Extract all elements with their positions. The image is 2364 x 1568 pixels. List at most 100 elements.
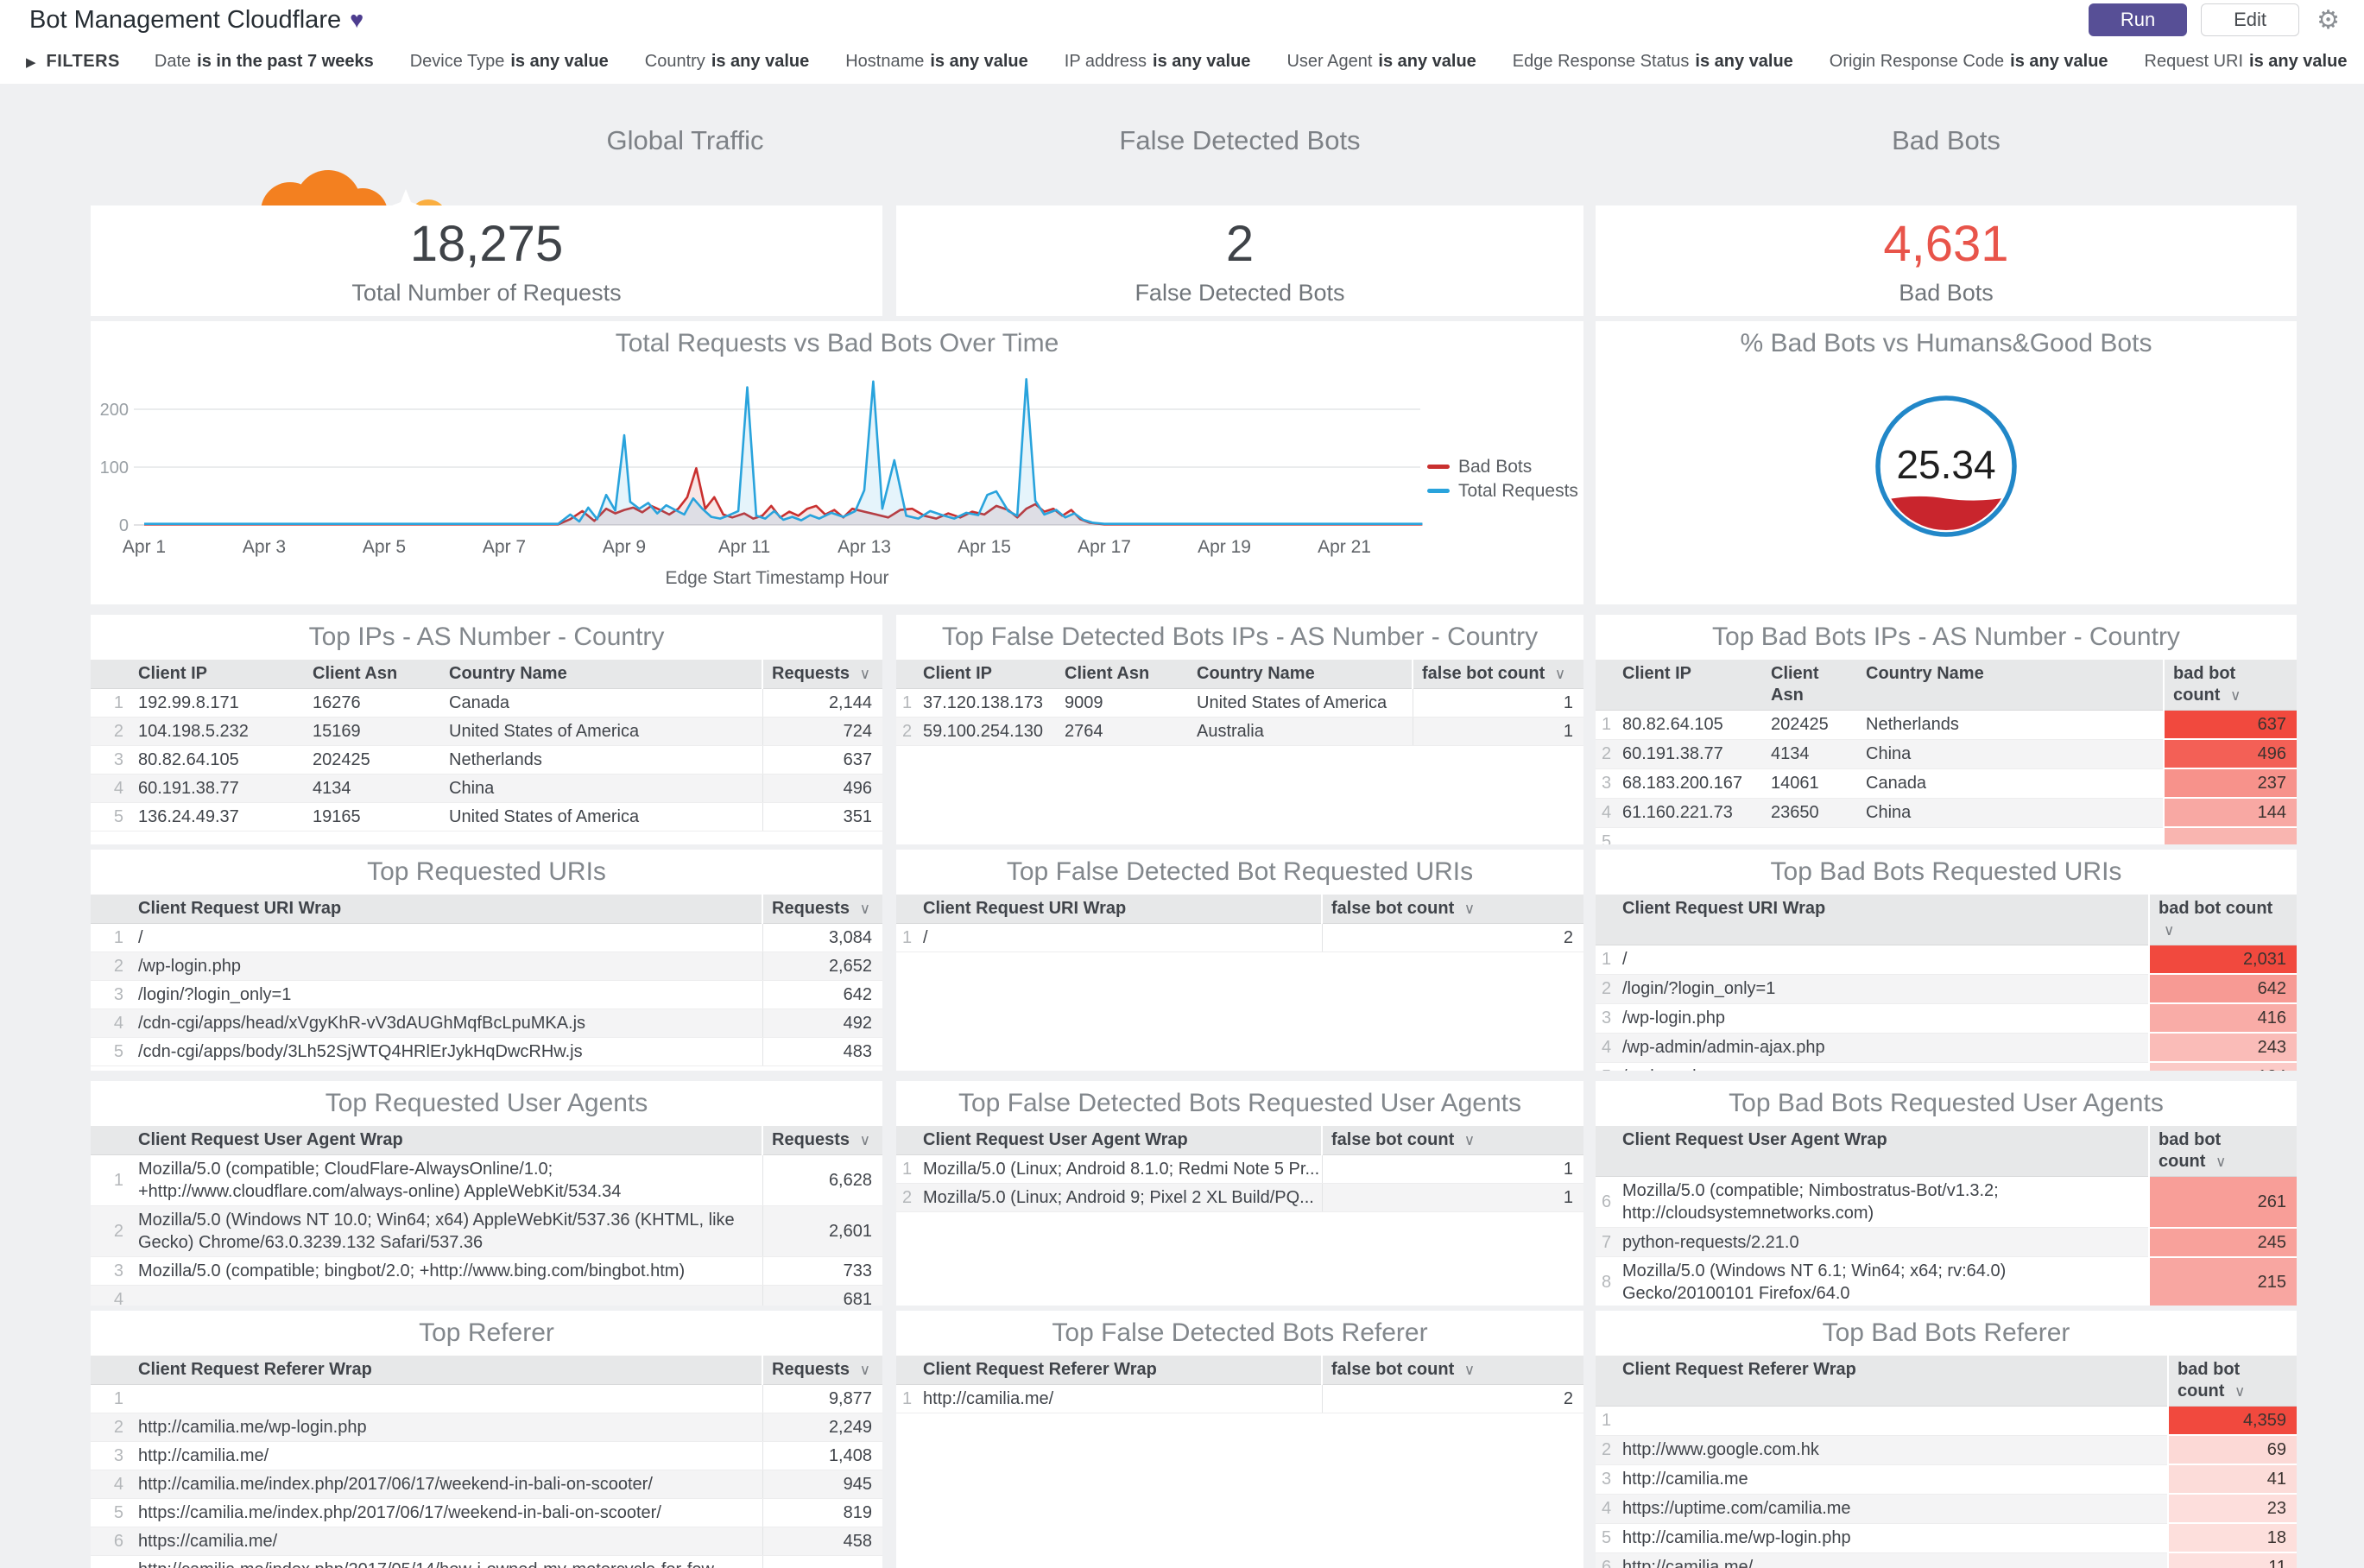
kpi-bad-bots-value: 4,631 (1883, 216, 2009, 272)
dimension-cell: China (1857, 739, 2164, 769)
column-header-client-request-referer-wrap[interactable]: Client Request Referer Wrap (130, 1356, 762, 1385)
row-number: 4 (91, 1285, 130, 1306)
filter-name: User Agent (1286, 52, 1373, 71)
filter-item-user-agent[interactable]: User Agent is any value (1286, 52, 1476, 72)
table-row: 5 (1596, 827, 2297, 844)
filter-value: is any value (2010, 52, 2108, 71)
filter-item-hostname[interactable]: Hostname is any value (845, 52, 1028, 72)
filter-value: is any value (2249, 52, 2348, 71)
column-header-requests[interactable]: Requests ∨ (762, 1356, 882, 1385)
column-header-country-name[interactable]: Country Name (1188, 660, 1413, 689)
dimension-cell: United States of America (1188, 688, 1413, 718)
column-header-client-ip[interactable]: Client IP (130, 660, 304, 689)
column-header-client-request-user-agent-wrap[interactable]: Client Request User Agent Wrap (130, 1126, 762, 1155)
kpi-card-false-detected-bots: 2 False Detected Bots (896, 205, 1583, 316)
column-header-country-name[interactable]: Country Name (1857, 660, 2164, 711)
table-row: 3 80.82.64.105 202425 Netherlands 637 (91, 745, 882, 775)
dimension-cell: United States of America (440, 802, 762, 831)
filter-item-ip-address[interactable]: IP address is any value (1065, 52, 1251, 72)
column-header-false-bot-count[interactable]: false bot count ∨ (1321, 1356, 1583, 1385)
column-header-bad-bot-count[interactable]: bad bot count ∨ (2163, 660, 2297, 711)
row-number: 6 (1596, 1552, 1614, 1568)
table-row: 5/xmlrpc.php124 (1596, 1062, 2297, 1071)
row-number: 6 (91, 1527, 130, 1556)
sort-caret-icon: ∨ (859, 1132, 871, 1148)
column-header-client-ip[interactable]: Client IP (1614, 660, 1762, 711)
row-number: 4 (1596, 1494, 1614, 1524)
column-header-client-request-referer-wrap[interactable]: Client Request Referer Wrap (1614, 1356, 2168, 1407)
column-header-requests[interactable]: Requests ∨ (762, 1126, 882, 1155)
column-header-client-ip[interactable]: Client IP (914, 660, 1056, 689)
tile-top-false-ips: Top False Detected Bots IPs - AS Number … (896, 615, 1583, 844)
dimension-cell: 202425 (304, 745, 440, 775)
legend-label: Total Requests (1458, 481, 1578, 501)
dimension-cell: Mozilla/5.0 (Linux; Android 9; Pixel 2 X… (914, 1183, 1322, 1212)
filter-value: is any value (711, 52, 810, 71)
filter-item-origin-response-code[interactable]: Origin Response Code is any value (1830, 52, 2108, 72)
column-header-client-request-uri-wrap[interactable]: Client Request URI Wrap (1614, 895, 2149, 945)
filter-item-device-type[interactable]: Device Type is any value (410, 52, 609, 72)
dimension-cell: 80.82.64.105 (130, 745, 304, 775)
measure-cell: 237 (2163, 768, 2297, 799)
measure-cell: 642 (762, 980, 882, 1009)
column-header-client-asn[interactable]: Client Asn (1762, 660, 1857, 711)
column-header-client-request-uri-wrap[interactable]: Client Request URI Wrap (914, 895, 1322, 924)
dimension-cell: Australia (1188, 717, 1413, 746)
column-header-requests[interactable]: Requests ∨ (762, 660, 882, 689)
column-header-bad-bot-count[interactable]: bad bot count ∨ (2148, 1126, 2297, 1177)
column-header-bad-bot-count[interactable]: bad bot count ∨ (2167, 1356, 2297, 1407)
top-user-agents-table: Client Request User Agent Wrap Requests ∨… (91, 1126, 882, 1306)
row-number: 2 (91, 1205, 130, 1257)
column-header-false-bot-count[interactable]: false bot count ∨ (1321, 1126, 1583, 1155)
measure-cell: 819 (762, 1498, 882, 1527)
row-number: 3 (91, 1256, 130, 1286)
table-row: 2 Mozilla/5.0 (Windows NT 10.0; Win64; x6… (91, 1205, 882, 1257)
column-header-requests[interactable]: Requests ∨ (762, 895, 882, 924)
column-header-false-bot-count[interactable]: false bot count ∨ (1412, 660, 1583, 689)
line-chart: 0 100 200 Apr 1 Apr 3 Apr 5 Apr 7 Apr 9 Apr 11 Ap… (91, 366, 1583, 604)
row-number-header (91, 1126, 130, 1155)
row-number-header (1596, 895, 1614, 945)
row-number-header (1596, 1126, 1614, 1177)
column-header-client-request-uri-wrap[interactable]: Client Request URI Wrap (130, 895, 762, 924)
row-number-header (1596, 1356, 1614, 1407)
filter-item-date[interactable]: Date is in the past 7 weeks (155, 52, 374, 72)
row-number: 1 (91, 1154, 130, 1206)
row-number: 5 (1596, 827, 1614, 844)
filter-item-country[interactable]: Country is any value (645, 52, 809, 72)
row-number: 3 (91, 1441, 130, 1470)
gear-icon[interactable]: ⚙ (2317, 5, 2340, 35)
sort-caret-icon: ∨ (1554, 666, 1566, 682)
filters-toggle[interactable]: ▶ FILTERS (26, 52, 120, 72)
column-header-client-asn[interactable]: Client Asn (304, 660, 440, 689)
row-number: 1 (91, 688, 130, 718)
column-header-bad-bot-count[interactable]: bad bot count ∨ (2148, 895, 2297, 945)
row-number: 4 (1596, 1033, 1614, 1063)
measure-cell: 496 (2163, 739, 2297, 769)
column-header-false-bot-count[interactable]: false bot count ∨ (1321, 895, 1583, 924)
table-row: 4 60.191.38.77 4134 China 496 (91, 774, 882, 803)
column-header-client-request-user-agent-wrap[interactable]: Client Request User Agent Wrap (914, 1126, 1322, 1155)
row-number: 5 (1596, 1523, 1614, 1553)
row-number: 5 (1596, 1062, 1614, 1071)
filter-item-request-uri[interactable]: Request URI is any value (2145, 52, 2348, 72)
column-header-client-request-referer-wrap[interactable]: Client Request Referer Wrap (914, 1356, 1322, 1385)
legend-swatch (1427, 465, 1450, 469)
edit-button[interactable]: Edit (2201, 3, 2300, 36)
row-number-header (91, 895, 130, 924)
dimension-cell: 4134 (1762, 739, 1857, 769)
column-header-client-asn[interactable]: Client Asn (1056, 660, 1188, 689)
column-header-country-name[interactable]: Country Name (440, 660, 762, 689)
row-number: 4 (91, 1008, 130, 1038)
row-number: 6 (1596, 1176, 1614, 1228)
run-button[interactable]: Run (2089, 3, 2188, 36)
top-false-referers-grid: Client Request Referer Wrap false bot cou… (896, 1356, 1583, 1413)
row-number: 1 (1596, 710, 1614, 740)
top-bad-ips-table: Client IP Client Asn Country Name bad bot co… (1596, 660, 2297, 844)
filter-item-edge-response-status[interactable]: Edge Response Status is any value (1513, 52, 1793, 72)
sort-caret-icon: ∨ (2215, 1154, 2227, 1170)
dimension-cell: http://camilia.me/wp-login.php (130, 1413, 762, 1442)
table-row: 3 http://camilia.me/1,408 (91, 1441, 882, 1470)
dimension-cell: python-requests/2.21.0 (1614, 1227, 2149, 1257)
column-header-client-request-user-agent-wrap[interactable]: Client Request User Agent Wrap (1614, 1126, 2149, 1177)
